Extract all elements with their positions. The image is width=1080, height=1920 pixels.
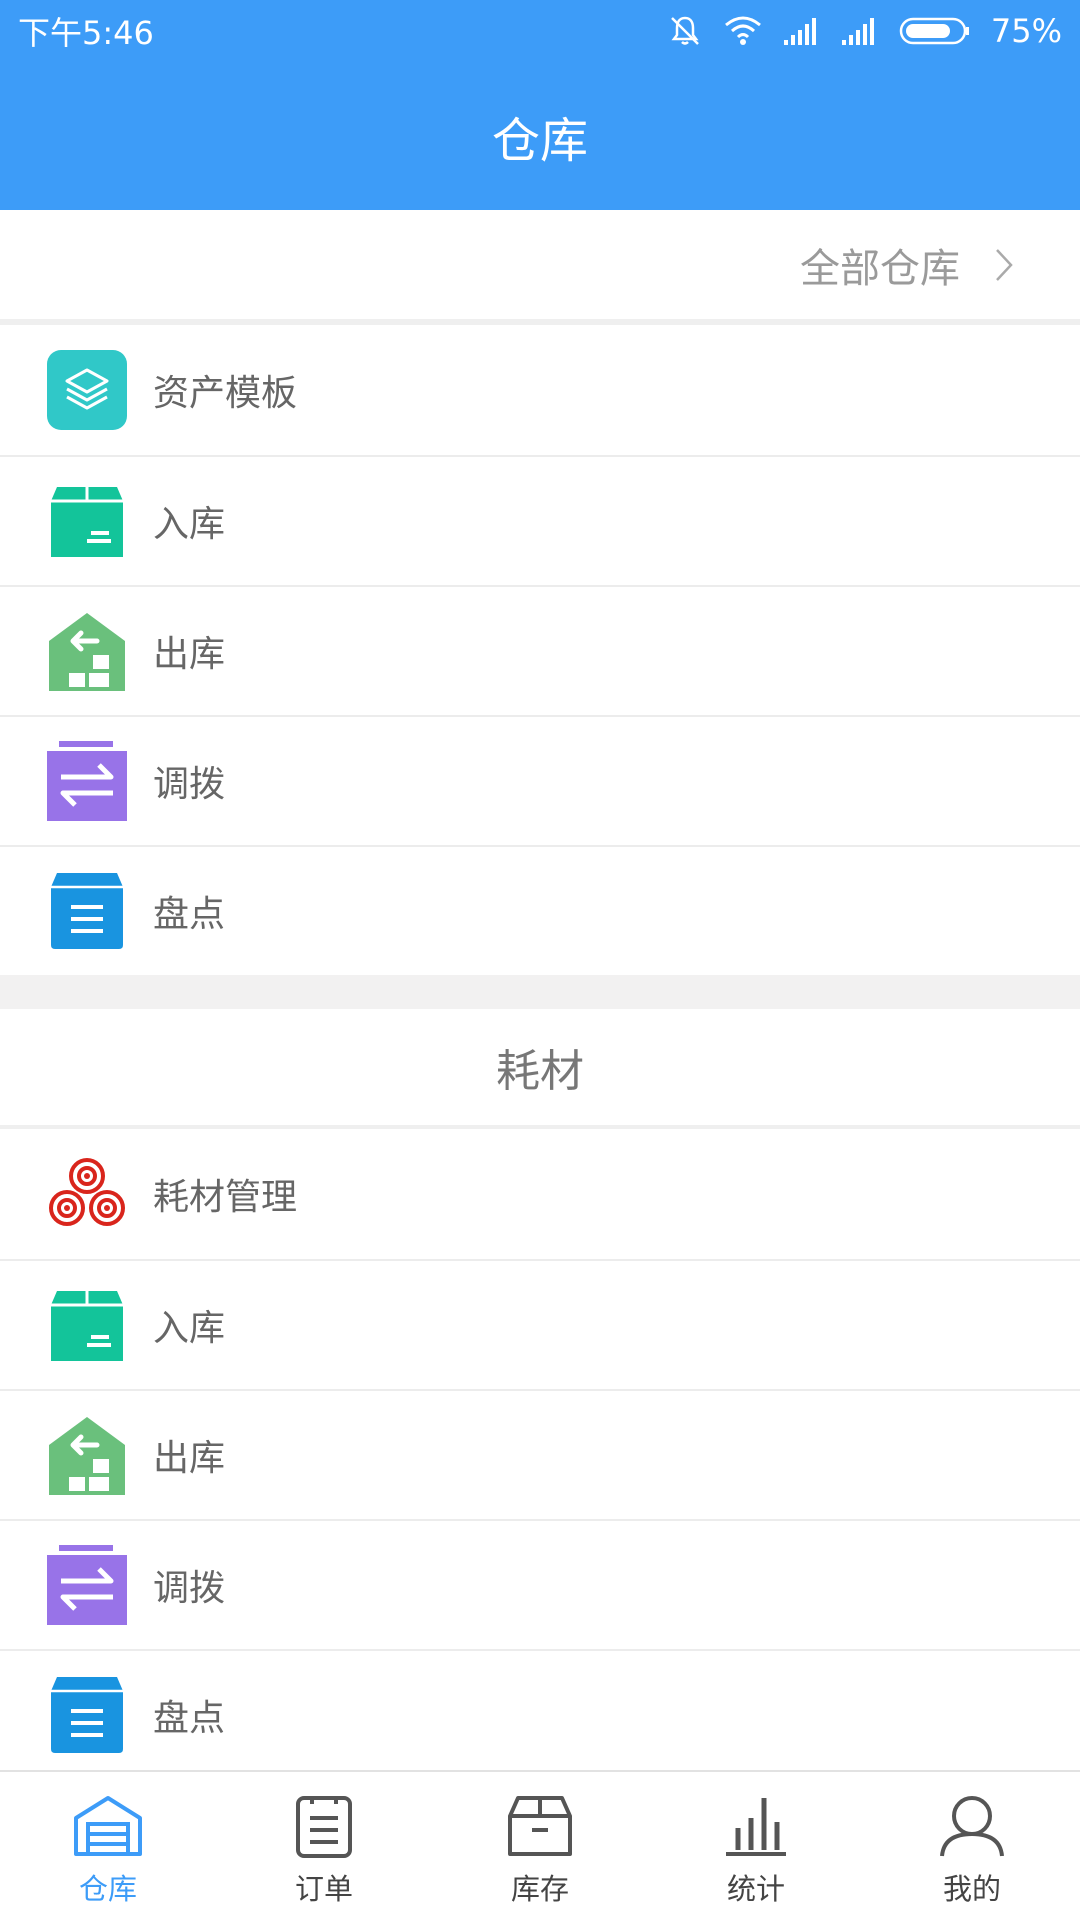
menu-item-label: 盘点 (153, 894, 226, 935)
menu-item-asset-template[interactable]: 资产模板 (0, 325, 1080, 455)
chevron-right-icon (996, 248, 1013, 281)
tab-statistics[interactable]: 统计 (648, 1772, 864, 1920)
status-icons: 75% (667, 12, 1062, 50)
menu-item-stock-in[interactable]: 入库 (0, 455, 1080, 585)
app-bar: 仓库 (0, 62, 1080, 210)
menu-item-label: 出库 (153, 634, 226, 675)
wifi-icon (724, 16, 761, 45)
consumables-menu-list: 耗材管理 入库 出库 调拨 盘点 (0, 1129, 1080, 1779)
menu-item-label: 入库 (153, 504, 226, 545)
page-title: 仓库 (491, 113, 588, 169)
status-time: 下午5:46 (18, 14, 154, 52)
signal-icon (841, 18, 874, 45)
tab-label: 统计 (726, 1872, 785, 1906)
menu-item-inventory-check[interactable]: 盘点 (0, 845, 1080, 975)
tab-profile[interactable]: 我的 (864, 1772, 1080, 1920)
menu-item-label: 调拨 (153, 764, 226, 805)
menu-item-consumables-management[interactable]: 耗材管理 (0, 1129, 1080, 1259)
menu-item-stock-out[interactable]: 出库 (0, 585, 1080, 715)
main-content: 全部仓库 资产模板 入库 出库 调拨 盘点 耗材 耗材管理 入库 出库 调拨 盘… (0, 210, 1080, 1779)
menu-item-label: 盘点 (153, 1698, 226, 1739)
layers-icon (47, 350, 127, 430)
section-divider (0, 975, 1080, 1009)
menu-item-stock-out[interactable]: 出库 (0, 1389, 1080, 1519)
box-in-icon (51, 1291, 123, 1361)
menu-item-label: 调拨 (153, 1568, 226, 1609)
warehouse-icon (74, 1796, 142, 1856)
tab-label: 库存 (510, 1872, 569, 1906)
warehouse-selector-label: 全部仓库 (800, 245, 960, 292)
transfer-icon (47, 1545, 127, 1625)
battery-percent: 75% (990, 12, 1062, 50)
menu-item-transfer[interactable]: 调拨 (0, 1519, 1080, 1649)
rolls-icon (49, 1158, 125, 1226)
status-bar: 下午5:46 75% (0, 0, 1080, 62)
menu-item-label: 资产模板 (153, 373, 298, 414)
menu-item-label: 入库 (153, 1308, 226, 1349)
asset-menu-list: 资产模板 入库 出库 调拨 盘点 (0, 325, 1080, 975)
profile-icon (940, 1796, 1004, 1857)
consumables-card: 耗材 耗材管理 入库 出库 调拨 盘点 (0, 1009, 1080, 1779)
inventory-box-icon (51, 1677, 123, 1753)
signal-icon (783, 18, 816, 45)
tab-stock[interactable]: 库存 (432, 1772, 648, 1920)
tab-orders[interactable]: 订单 (216, 1772, 432, 1920)
stock-box-icon (508, 1796, 572, 1856)
tab-label: 订单 (294, 1872, 353, 1906)
tab-label: 仓库 (78, 1872, 137, 1906)
order-icon (296, 1796, 352, 1858)
mute-bell-icon (670, 16, 699, 45)
warehouse-out-icon (49, 1417, 125, 1495)
bottom-tab-bar: 仓库 订单 库存 统计 我的 (0, 1770, 1080, 1920)
menu-item-label: 出库 (153, 1438, 226, 1479)
inventory-box-icon (51, 873, 123, 949)
menu-item-transfer[interactable]: 调拨 (0, 715, 1080, 845)
warehouse-selector[interactable]: 全部仓库 (0, 210, 1080, 325)
transfer-icon (47, 741, 127, 821)
menu-item-inventory-check[interactable]: 盘点 (0, 1649, 1080, 1779)
tab-warehouse[interactable]: 仓库 (0, 1772, 216, 1920)
battery-icon (899, 17, 969, 45)
statistics-icon (726, 1798, 786, 1856)
tab-label: 我的 (942, 1872, 1001, 1906)
consumables-section-title: 耗材 (0, 1009, 1080, 1129)
menu-item-label: 耗材管理 (153, 1177, 298, 1218)
section-title: 耗材 (496, 1046, 584, 1097)
box-in-icon (51, 487, 123, 557)
warehouse-out-icon (49, 613, 125, 691)
asset-card: 全部仓库 资产模板 入库 出库 调拨 盘点 (0, 210, 1080, 975)
menu-item-stock-in[interactable]: 入库 (0, 1259, 1080, 1389)
